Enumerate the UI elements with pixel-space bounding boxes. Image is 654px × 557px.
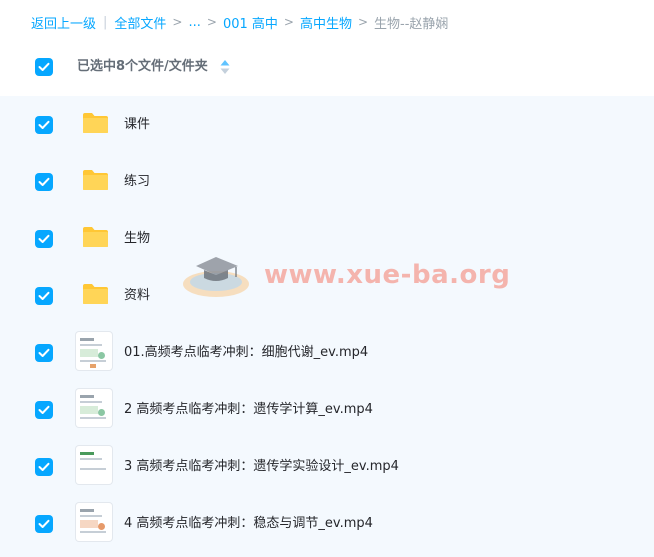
file-name[interactable]: 资料: [124, 287, 150, 305]
item-checkbox[interactable]: [35, 515, 53, 533]
list-item[interactable]: 2 高频考点临考冲刺：遗传学计算_ev.mp4: [0, 381, 654, 438]
folder-icon: [83, 170, 108, 190]
list-item[interactable]: 01.高频考点临考冲刺：细胞代谢_ev.mp4: [0, 324, 654, 381]
list-item[interactable]: 练习: [0, 153, 654, 210]
file-name[interactable]: 生物: [124, 230, 150, 248]
video-thumbnail: [76, 332, 112, 370]
breadcrumb-separator: >: [206, 15, 217, 29]
breadcrumb-item-all-files[interactable]: 全部文件: [114, 13, 166, 32]
breadcrumb-current: 生物--赵静娴: [374, 16, 449, 32]
item-checkbox[interactable]: [35, 173, 53, 191]
check-icon: [38, 62, 50, 71]
list-item[interactable]: 课件: [0, 96, 654, 153]
select-all-checkbox[interactable]: [35, 58, 53, 76]
file-name[interactable]: 练习: [124, 173, 150, 191]
list-item[interactable]: 3 高频考点临考冲刺：遗传学实验设计_ev.mp4: [0, 438, 654, 495]
video-thumbnail: [76, 389, 112, 427]
check-icon: [38, 177, 50, 186]
breadcrumb-separator: >: [357, 15, 369, 29]
check-icon: [38, 519, 50, 528]
selection-summary: 已选中8个文件/文件夹: [77, 59, 208, 74]
file-name[interactable]: 2 高频考点临考冲刺：遗传学计算_ev.mp4: [124, 401, 373, 419]
check-icon: [38, 462, 50, 471]
breadcrumb: 返回上一级 | 全部文件 > ... > 001 高中 > 高中生物 > 生物-…: [31, 11, 448, 33]
folder-icon: [83, 113, 108, 133]
item-checkbox[interactable]: [35, 458, 53, 476]
list-header: 已选中8个文件/文件夹: [0, 50, 654, 84]
check-icon: [38, 348, 50, 357]
folder-icon: [83, 227, 108, 247]
check-icon: [38, 234, 50, 243]
item-checkbox[interactable]: [35, 401, 53, 419]
list-item[interactable]: 4 高频考点临考冲刺：稳态与调节_ev.mp4: [0, 495, 654, 552]
item-checkbox[interactable]: [35, 287, 53, 305]
check-icon: [38, 405, 50, 414]
breadcrumb-divider: |: [103, 14, 108, 30]
check-icon: [38, 291, 50, 300]
video-thumbnail: [76, 503, 112, 541]
breadcrumb-separator: >: [283, 15, 294, 29]
list-item[interactable]: 资料: [0, 267, 654, 324]
list-item[interactable]: 生物: [0, 210, 654, 267]
video-thumbnail: [76, 446, 112, 484]
file-name[interactable]: 01.高频考点临考冲刺：细胞代谢_ev.mp4: [124, 344, 368, 362]
breadcrumb-item-high-school-biology[interactable]: 高中生物: [300, 13, 352, 32]
breadcrumb-item-ellipsis[interactable]: ...: [188, 15, 200, 30]
item-checkbox[interactable]: [35, 230, 53, 248]
file-list: 课件 练习 生物 资料 01.高频考点临考冲刺：细胞代谢_ev.mp4 2 高频…: [0, 96, 654, 557]
check-icon: [38, 120, 50, 129]
file-name[interactable]: 课件: [124, 116, 150, 134]
file-name[interactable]: 3 高频考点临考冲刺：遗传学实验设计_ev.mp4: [124, 458, 399, 476]
item-checkbox[interactable]: [35, 116, 53, 134]
item-checkbox[interactable]: [35, 344, 53, 362]
file-browser: 返回上一级 | 全部文件 > ... > 001 高中 > 高中生物 > 生物-…: [0, 0, 654, 557]
folder-icon: [83, 284, 108, 304]
breadcrumb-separator: >: [172, 15, 183, 29]
sort-icon[interactable]: [220, 60, 230, 74]
file-name[interactable]: 4 高频考点临考冲刺：稳态与调节_ev.mp4: [124, 515, 373, 533]
back-link[interactable]: 返回上一级: [31, 13, 96, 32]
breadcrumb-item-001-high-school[interactable]: 001 高中: [223, 13, 278, 32]
